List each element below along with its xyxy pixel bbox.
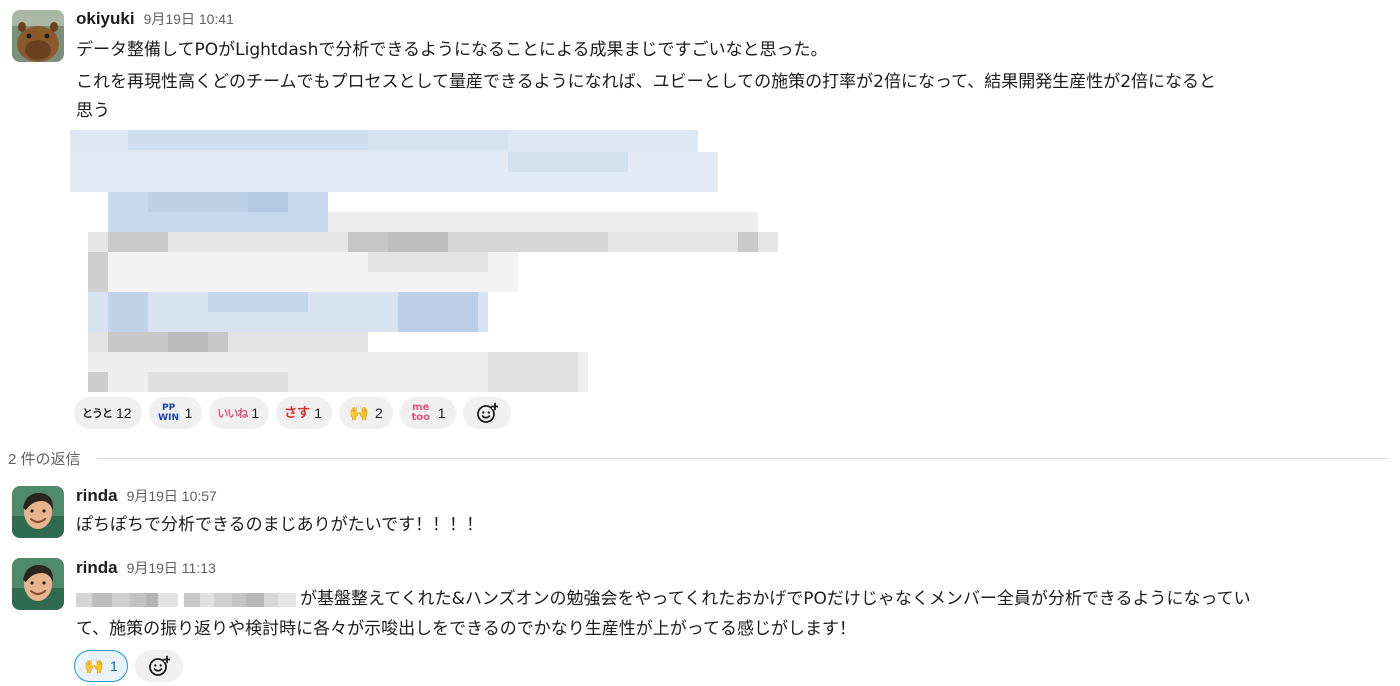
pp-win-emoji: PP WIN (158, 403, 179, 423)
pixelated-image-icon (70, 130, 778, 392)
redacted-name-mention (76, 593, 296, 607)
add-reaction-icon (148, 655, 170, 676)
pixelated-image[interactable] (68, 128, 788, 397)
add-reaction-button[interactable] (134, 650, 183, 682)
message-text-line: これを再現性高くどのチームでもプロセスとして量産できるようになれば、ユビーとして… (76, 72, 1217, 92)
timestamp[interactable]: 9月19日 11:13 (127, 558, 216, 578)
add-reaction-icon (476, 402, 498, 423)
capybara-avatar-icon (12, 10, 64, 62)
message-text-line: 思う (76, 101, 110, 121)
reply-message: rinda 9月19日 11:13 が基盤整えてくれた&ハンズオンの勉強会をやっ… (0, 552, 1400, 686)
reaction-count: 1 (314, 405, 322, 421)
reaction-count: 1 (437, 405, 446, 421)
reaction-count: 1 (251, 405, 260, 421)
reaction-iine[interactable]: いいね 1 (209, 397, 270, 429)
reply-count-divider: 2 件の返信 (8, 448, 1388, 469)
message-text-line-wrapper: が基盤整えてくれた&ハンズオンの勉強会をやってくれたおかげでPOだけじゃなくメン… (76, 584, 1251, 614)
reactions-bar: 🙌 1 (74, 650, 183, 682)
reaction-count: 1 (184, 405, 193, 421)
message-header: rinda 9月19日 11:13 (76, 558, 216, 578)
avatar[interactable] (12, 10, 64, 62)
add-reaction-button[interactable] (462, 397, 511, 429)
reply-count-label: 2 件の返信 (8, 451, 81, 468)
person-avatar-icon (12, 558, 64, 610)
timestamp[interactable]: 9月19日 10:41 (144, 9, 234, 29)
reaction-count: 12 (116, 405, 132, 421)
author-name[interactable]: okiyuki (76, 9, 135, 29)
reaction-count: 2 (374, 405, 383, 421)
reaction-me-too[interactable]: me too 1 (399, 397, 456, 429)
message-text-line: が基盤整えてくれた&ハンズオンの勉強会をやってくれたおかげでPOだけじゃなくメン… (300, 589, 1251, 609)
reaction-raised-hands[interactable]: 🙌 2 (338, 397, 393, 429)
raised-hands-emoji: 🙌 (84, 656, 104, 675)
author-name[interactable]: rinda (76, 558, 118, 578)
reactions-bar: とうと 12 PP WIN 1 いいね 1 さす 1 🙌 2 me too 1 (74, 397, 511, 429)
me-too-emoji: me too (411, 402, 431, 423)
reaction-pp-win[interactable]: PP WIN 1 (148, 397, 203, 429)
toutoi-emoji: とうと (82, 406, 113, 420)
reaction-raised-hands[interactable]: 🙌 1 (74, 650, 128, 682)
reaction-sasu[interactable]: さす 1 (276, 397, 332, 429)
author-name[interactable]: rinda (76, 486, 118, 506)
raised-hands-emoji: 🙌 (349, 403, 369, 422)
reply-message: rinda 9月19日 10:57 ぽちぽちで分析できるのまじありがたいです！！… (0, 480, 1400, 550)
person-avatar-icon (12, 486, 64, 538)
avatar[interactable] (12, 558, 64, 610)
timestamp[interactable]: 9月19日 10:57 (127, 486, 217, 506)
reaction-count: 1 (110, 658, 118, 674)
sasu-emoji: さす (284, 405, 311, 421)
message-header: okiyuki 9月19日 10:41 (76, 9, 234, 29)
parent-message: okiyuki 9月19日 10:41 データ整備してPOがLightdashで… (0, 0, 1400, 440)
message-text-line: て、施策の振り返りや検討時に各々が示唆出しをできるのでかなり生産性が上がってる感… (76, 619, 856, 639)
message-text-line: ぽちぽちで分析できるのまじありがたいです！！！！ (76, 515, 484, 535)
reaction-toutoi[interactable]: とうと 12 (74, 397, 142, 429)
divider-line (96, 458, 1388, 459)
iine-emoji: いいね (217, 406, 248, 420)
message-header: rinda 9月19日 10:57 (76, 486, 217, 506)
avatar[interactable] (12, 486, 64, 538)
message-text-line: データ整備してPOがLightdashで分析できるようになることによる成果まじで… (76, 40, 828, 60)
